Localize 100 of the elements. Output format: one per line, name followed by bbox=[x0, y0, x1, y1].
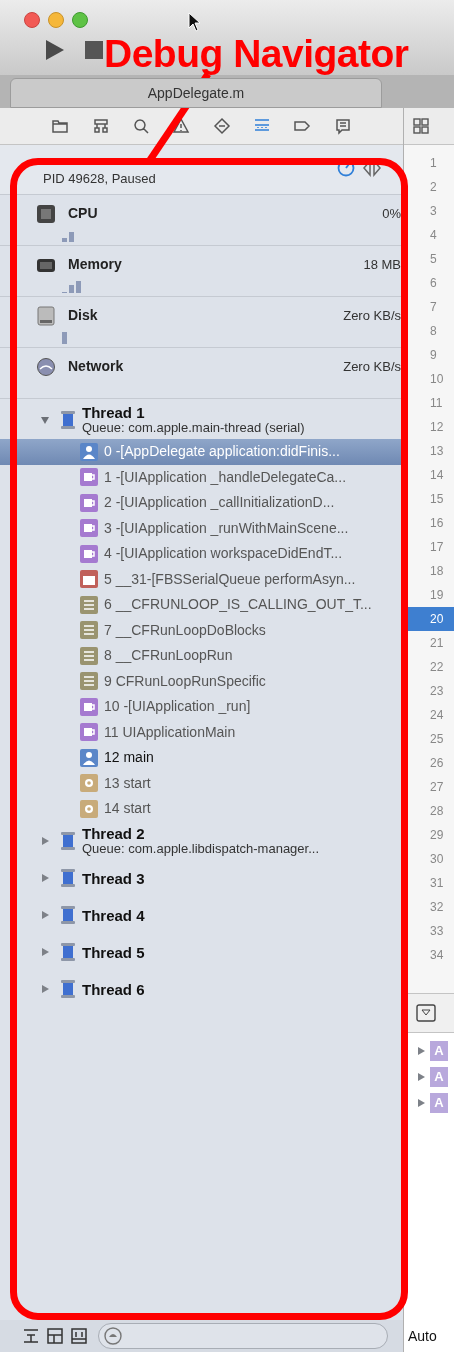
usage-graph bbox=[62, 279, 81, 293]
frames-icon[interactable] bbox=[46, 1327, 64, 1345]
thread-row[interactable]: Thread 4 bbox=[0, 896, 403, 934]
gauge-row[interactable]: Network Zero KB/s bbox=[0, 348, 403, 399]
scope-label[interactable]: Auto bbox=[408, 1325, 437, 1347]
gauge-value: Zero KB/s bbox=[343, 306, 401, 325]
line-number: 1 bbox=[429, 155, 438, 172]
grid-icon[interactable] bbox=[412, 117, 430, 135]
stack-frame-label: 6 __CFRUNLOOP_IS_CALLING_OUT_T... bbox=[104, 595, 372, 615]
stack-frame-row[interactable]: 5 __31-[FBSSerialQueue performAsyn... bbox=[0, 566, 403, 592]
spool-icon bbox=[60, 410, 76, 430]
disclosure-triangle-icon[interactable] bbox=[40, 835, 50, 846]
person-icon bbox=[80, 442, 98, 461]
gauge-row[interactable]: CPU 0% bbox=[0, 195, 403, 246]
calendar-icon bbox=[80, 570, 98, 589]
stack-frame-row[interactable]: 11 UIApplicationMain bbox=[0, 719, 403, 745]
thread-row[interactable]: Thread 5 bbox=[0, 933, 403, 971]
play-icon[interactable] bbox=[44, 38, 66, 62]
line-number: 12 bbox=[429, 419, 445, 436]
mug-icon bbox=[80, 493, 98, 512]
list-icon bbox=[80, 646, 98, 665]
stack-frame-label: 7 __CFRunLoopDoBlocks bbox=[104, 620, 266, 640]
line-number: 10 bbox=[429, 371, 445, 388]
editor-tab[interactable]: AppDelegate.m bbox=[10, 78, 382, 108]
stack-frame-row[interactable]: 2 -[UIApplication _callInitializationD... bbox=[0, 490, 403, 516]
stack-frame-label: 14 start bbox=[104, 799, 151, 819]
spool-icon bbox=[60, 942, 76, 962]
spool-icon bbox=[60, 905, 76, 925]
stop-icon[interactable] bbox=[84, 40, 104, 60]
stack-frame-row[interactable]: 6 __CFRUNLOOP_IS_CALLING_OUT_T... bbox=[0, 592, 403, 618]
stack-frame-row[interactable]: 12 main bbox=[0, 745, 403, 771]
line-number: 4 bbox=[429, 227, 438, 244]
list-icon bbox=[80, 672, 98, 691]
disclosure-triangle-icon[interactable] bbox=[416, 1046, 426, 1056]
thread-row[interactable]: Thread 3 bbox=[0, 859, 403, 897]
gauge-row[interactable]: Memory 18 MB bbox=[0, 246, 403, 297]
stack-frame-label: 4 -[UIApplication workspaceDidEndT... bbox=[104, 544, 343, 564]
line-number: 17 bbox=[429, 539, 445, 556]
mug-icon bbox=[80, 697, 98, 716]
list-icon bbox=[80, 595, 98, 614]
disclosure-triangle-icon[interactable] bbox=[40, 415, 50, 425]
line-number: 2 bbox=[429, 179, 438, 196]
stack-frame-row[interactable]: 8 __CFRunLoopRun bbox=[0, 643, 403, 669]
stack-frame-label: 3 -[UIApplication _runWithMainScene... bbox=[104, 518, 349, 538]
stack-frame-label: 9 CFRunLoopRunSpecific bbox=[104, 671, 266, 691]
line-number: 9 bbox=[429, 347, 438, 364]
spool-icon bbox=[60, 979, 76, 999]
variable-type-icon: A bbox=[430, 1093, 448, 1113]
line-number: 3 bbox=[429, 203, 438, 220]
disclosure-triangle-icon[interactable] bbox=[40, 947, 50, 957]
stack-frame-label: 13 start bbox=[104, 773, 151, 793]
disclosure-triangle-icon[interactable] bbox=[40, 984, 50, 994]
gear-icon bbox=[80, 774, 98, 793]
filter-field[interactable] bbox=[98, 1323, 388, 1349]
spool-icon bbox=[60, 868, 76, 888]
stack-frame-label: 1 -[UIApplication _handleDelegateCa... bbox=[104, 467, 347, 487]
stack-frame-row[interactable]: 4 -[UIApplication workspaceDidEndT... bbox=[0, 541, 403, 567]
disclosure-triangle-icon[interactable] bbox=[416, 1098, 426, 1108]
window-icon[interactable] bbox=[70, 1327, 88, 1345]
stack-frame-row[interactable]: 13 start bbox=[0, 770, 403, 796]
gauge-value: Zero KB/s bbox=[343, 357, 401, 376]
line-number: 21 bbox=[429, 635, 445, 652]
line-number: 19 bbox=[429, 587, 445, 604]
stack-frame-row[interactable]: 14 start bbox=[0, 796, 403, 822]
zoom-icon[interactable] bbox=[72, 12, 88, 28]
line-number: 23 bbox=[429, 683, 445, 700]
stack-frame-row[interactable]: 3 -[UIApplication _runWithMainScene... bbox=[0, 515, 403, 541]
gauge-name: Memory bbox=[68, 255, 122, 274]
message-icon[interactable] bbox=[333, 117, 352, 135]
mug-icon bbox=[80, 468, 98, 487]
stack-frame-row[interactable]: 9 CFRunLoopRunSpecific bbox=[0, 668, 403, 694]
folder-icon[interactable] bbox=[51, 117, 70, 135]
thread-row[interactable]: Thread 6 bbox=[0, 970, 403, 1008]
warning-icon[interactable] bbox=[172, 117, 191, 135]
process-status: PID 49628, Paused bbox=[43, 169, 156, 188]
dropdown-icon[interactable] bbox=[416, 1004, 436, 1022]
diamond-icon[interactable] bbox=[212, 117, 231, 135]
disclosure-triangle-icon[interactable] bbox=[416, 1072, 426, 1082]
thread-name: Thread 3 bbox=[82, 870, 145, 886]
stack-frame-row[interactable]: 7 __CFRunLoopDoBlocks bbox=[0, 617, 403, 643]
thread-row[interactable]: Thread 2 Queue: com.apple.libdispatch-manager... bbox=[0, 821, 403, 860]
stack-frame-row[interactable]: 1 -[UIApplication _handleDelegateCa... bbox=[0, 464, 403, 490]
thread-name: Thread 2 bbox=[82, 825, 146, 841]
disclosure-triangle-icon[interactable] bbox=[40, 910, 50, 920]
hierarchy-icon[interactable] bbox=[91, 117, 110, 135]
stack-frame-row[interactable]: 10 -[UIApplication _run] bbox=[0, 694, 403, 720]
line-number: 13 bbox=[429, 443, 445, 460]
close-icon[interactable] bbox=[24, 12, 40, 28]
disclosure-triangle-icon[interactable] bbox=[40, 873, 50, 883]
stack-frame-label: 8 __CFRunLoopRun bbox=[104, 646, 233, 666]
thread-row[interactable]: Thread 1 Queue: com.apple.main-thread (serial) bbox=[0, 401, 403, 439]
line-number: 8 bbox=[429, 323, 438, 340]
gauge-row[interactable]: Disk Zero KB/s bbox=[0, 297, 403, 348]
mouse-cursor-icon bbox=[188, 12, 202, 32]
person-icon bbox=[80, 748, 98, 767]
mug-icon bbox=[80, 544, 98, 563]
chip-icon bbox=[36, 203, 56, 224]
line-number: 18 bbox=[429, 563, 445, 580]
stack-frame-label: 11 UIApplicationMain bbox=[104, 722, 236, 742]
search-icon[interactable] bbox=[131, 117, 150, 135]
